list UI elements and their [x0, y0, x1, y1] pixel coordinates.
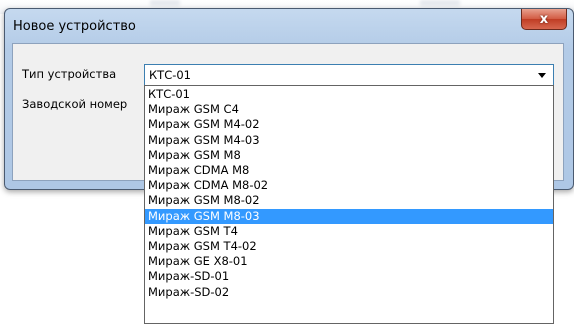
dropdown-option[interactable]: Мираж GSM M8-03: [145, 208, 553, 224]
dropdown-option[interactable]: КТС-01: [145, 87, 553, 102]
dropdown-option[interactable]: Мираж-SD-02: [145, 285, 553, 300]
device-type-combobox[interactable]: КТС-01: [144, 64, 554, 86]
chevron-down-icon[interactable]: [538, 73, 546, 78]
background-blur: [420, 0, 460, 6]
dialog-title: Новое устройство: [13, 19, 136, 34]
dropdown-option[interactable]: Мираж CDMA M8: [145, 163, 553, 178]
dropdown-option[interactable]: Мираж GSM T4-02: [145, 239, 553, 254]
dropdown-option[interactable]: Мираж GSM T4: [145, 224, 553, 239]
device-type-dropdown-list[interactable]: КТС-01 Мираж GSM C4 Мираж GSM M4-02 Мираж G…: [144, 85, 554, 324]
serial-number-label: Заводской номер: [22, 97, 128, 111]
dropdown-option[interactable]: Мираж GSM M8: [145, 148, 553, 163]
dropdown-option[interactable]: Мираж GSM C4: [145, 102, 553, 117]
device-type-label: Тип устройства: [22, 67, 117, 81]
dropdown-option[interactable]: Мираж GSM M4-02: [145, 117, 553, 132]
dropdown-option[interactable]: Мираж-SD-01: [145, 269, 553, 284]
dropdown-option[interactable]: Мираж CDMA M8-02: [145, 178, 553, 193]
device-type-value: КТС-01: [149, 68, 192, 82]
close-button[interactable]: x: [521, 9, 567, 30]
close-icon: x: [539, 11, 549, 27]
titlebar: Новое устройство x: [5, 9, 573, 43]
dropdown-option[interactable]: Мираж GSM M8-02: [145, 193, 553, 208]
dropdown-option[interactable]: Мираж GE X8-01: [145, 254, 553, 269]
dropdown-option[interactable]: Мираж GSM M4-03: [145, 133, 553, 148]
background-blur: [150, 0, 180, 6]
